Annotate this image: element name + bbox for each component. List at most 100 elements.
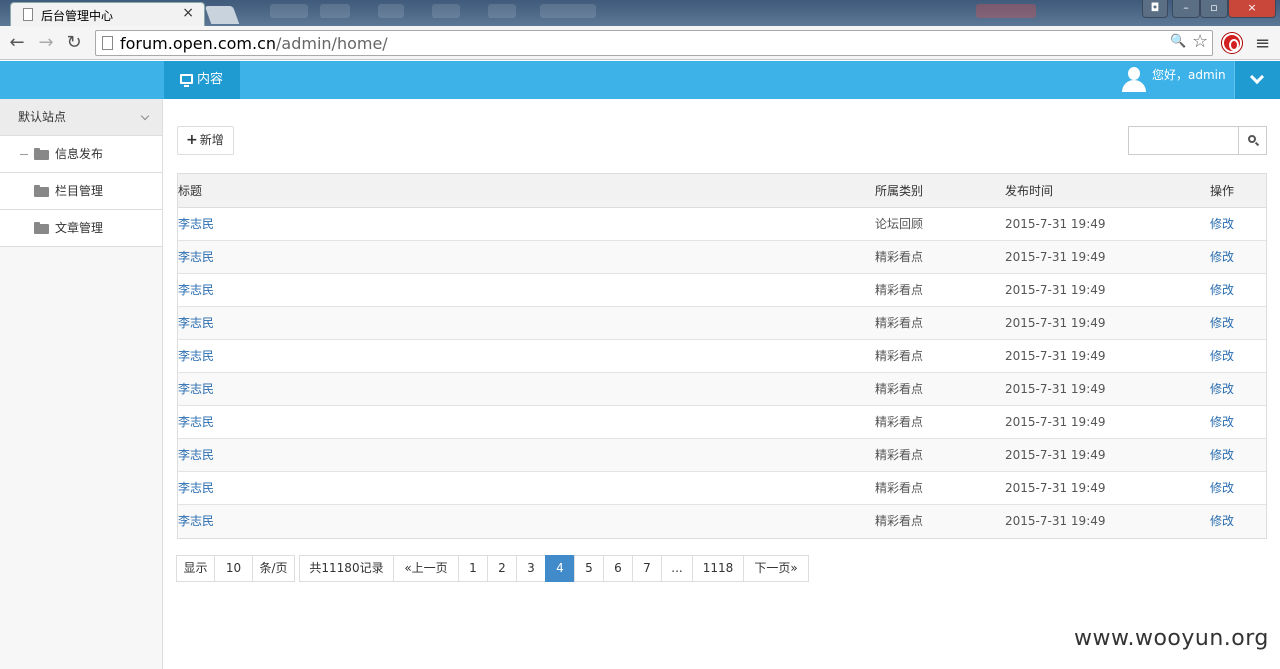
edit-link[interactable]: 修改	[1210, 307, 1234, 340]
page-size-label: 显示	[176, 555, 215, 582]
browser-tab[interactable]: 后台管理中心 ×	[10, 2, 205, 26]
forward-arrow-icon[interactable]: →	[35, 32, 57, 54]
table-row: 李志民 精彩看点 2015-7-31 19:49 修改	[178, 472, 1266, 505]
edit-link[interactable]: 修改	[1210, 472, 1234, 505]
article-title-link[interactable]: 李志民	[178, 439, 214, 472]
page-number-button[interactable]: 1	[458, 555, 488, 582]
page-number-button[interactable]: 3	[516, 555, 546, 582]
edit-link[interactable]: 修改	[1210, 241, 1234, 274]
folder-icon	[34, 148, 49, 160]
next-page-button[interactable]: 下一页»	[743, 555, 809, 582]
close-window-button[interactable]: ×	[1228, 0, 1276, 18]
tree-collapse-icon[interactable]	[20, 154, 28, 155]
article-category: 精彩看点	[875, 382, 924, 396]
user-switch-icon[interactable]: ◘	[1142, 0, 1168, 18]
article-category: 精彩看点	[875, 316, 924, 330]
page-number-button[interactable]: 6	[603, 555, 633, 582]
article-time: 2015-7-31 19:49	[1005, 316, 1106, 330]
zoom-icon[interactable]: 🔍	[1170, 34, 1186, 49]
page-size-input[interactable]: 10	[214, 555, 253, 582]
page-number-button[interactable]: 1118	[692, 555, 744, 582]
watermark: www.wooyun.org	[1074, 626, 1269, 651]
page-number-button[interactable]: 7	[632, 555, 662, 582]
article-time: 2015-7-31 19:49	[1005, 382, 1106, 396]
sidebar-item-article-manage[interactable]: 文章管理	[0, 210, 162, 247]
article-time: 2015-7-31 19:49	[1005, 481, 1106, 495]
article-title-link[interactable]: 李志民	[178, 307, 214, 340]
per-page-label: 条/页	[252, 555, 295, 582]
edit-link[interactable]: 修改	[1210, 439, 1234, 472]
blurred-bookmark	[320, 4, 350, 18]
search-input[interactable]	[1128, 126, 1238, 155]
table-row: 李志民 精彩看点 2015-7-31 19:49 修改	[178, 274, 1266, 307]
sidebar: 默认站点 信息发布 栏目管理 文章管理	[0, 99, 163, 669]
page-number-button[interactable]: 5	[574, 555, 604, 582]
article-category: 精彩看点	[875, 283, 924, 297]
chevron-down-icon	[140, 111, 150, 121]
address-bar[interactable]: forum.open.com.cn/admin/home/ 🔍 ☆	[95, 30, 1213, 56]
blurred-bookmark	[540, 4, 596, 18]
article-title-link[interactable]: 李志民	[178, 373, 214, 406]
minimize-button[interactable]: –	[1172, 0, 1200, 18]
user-menu-button[interactable]	[1234, 61, 1280, 99]
browser-tabstrip: 后台管理中心 × ◘ – ▫ ×	[0, 0, 1280, 26]
table-row: 李志民 精彩看点 2015-7-31 19:49 修改	[178, 373, 1266, 406]
page-icon	[102, 36, 113, 50]
article-time: 2015-7-31 19:49	[1005, 448, 1106, 462]
article-title-link[interactable]: 李志民	[178, 274, 214, 307]
document-icon	[23, 8, 33, 21]
reload-icon[interactable]: ↻	[63, 32, 85, 54]
monitor-icon	[180, 74, 193, 87]
maximize-button[interactable]: ▫	[1200, 0, 1228, 18]
page-number-button[interactable]: 2	[487, 555, 517, 582]
prev-page-button[interactable]: «上一页	[393, 555, 459, 582]
pagination: 显示 10 条/页 共11180记录 «上一页 1 2 3 4 5 6 7... 1118 下…	[176, 555, 809, 582]
article-time: 2015-7-31 19:49	[1005, 514, 1106, 528]
bookmark-star-icon[interactable]: ☆	[1192, 31, 1208, 52]
tab-close-icon[interactable]: ×	[182, 5, 194, 21]
browser-menu-icon[interactable]: ≡	[1255, 33, 1270, 54]
column-header-title[interactable]: 标题	[178, 174, 202, 208]
table-row: 李志民 论坛回顾 2015-7-31 19:49 修改	[178, 208, 1266, 241]
article-title-link[interactable]: 李志民	[178, 472, 214, 505]
table-row: 李志民 精彩看点 2015-7-31 19:49 修改	[178, 340, 1266, 373]
minimize-icon: –	[1183, 1, 1189, 14]
column-header-category[interactable]: 所属类别	[875, 174, 923, 208]
article-title-link[interactable]: 李志民	[178, 505, 214, 538]
back-arrow-icon[interactable]: ←	[6, 32, 28, 54]
sidebar-item-column-manage[interactable]: 栏目管理	[0, 173, 162, 210]
article-category: 精彩看点	[875, 349, 924, 363]
chevron-down-icon	[1249, 69, 1265, 85]
article-title-link[interactable]: 李志民	[178, 208, 214, 241]
article-title-link[interactable]: 李志民	[178, 241, 214, 274]
add-button-label: 新增	[199, 133, 224, 147]
edit-link[interactable]: 修改	[1210, 340, 1234, 373]
site-selector[interactable]: 默认站点	[0, 99, 162, 136]
article-category: 精彩看点	[875, 514, 924, 528]
article-title-link[interactable]: 李志民	[178, 340, 214, 373]
edit-link[interactable]: 修改	[1210, 274, 1234, 307]
sidebar-item-label: 栏目管理	[55, 184, 104, 198]
nav-item-content[interactable]: 内容	[164, 61, 240, 99]
table-header: 标题 所属类别 发布时间 操作	[178, 174, 1266, 208]
total-records: 共11180记录	[299, 555, 394, 582]
article-title-link[interactable]: 李志民	[178, 406, 214, 439]
browser-toolbar: ← → ↻ forum.open.com.cn/admin/home/ 🔍 ☆	[0, 26, 1280, 60]
maximize-icon: ▫	[1210, 1, 1218, 14]
column-header-time[interactable]: 发布时间	[1005, 174, 1053, 208]
edit-link[interactable]: 修改	[1210, 406, 1234, 439]
extension-icon[interactable]	[1222, 33, 1242, 53]
sidebar-item-info-publish[interactable]: 信息发布	[0, 136, 162, 173]
edit-link[interactable]: 修改	[1210, 208, 1234, 241]
search-button[interactable]	[1238, 126, 1267, 155]
table-row: 李志民 精彩看点 2015-7-31 19:49 修改	[178, 439, 1266, 472]
site-name: 默认站点	[18, 110, 67, 124]
sidebar-item-label: 文章管理	[55, 221, 104, 235]
new-tab-button[interactable]	[204, 6, 240, 24]
add-button[interactable]: + 新增	[177, 126, 234, 155]
page-number-button[interactable]: 4	[545, 555, 575, 582]
edit-link[interactable]: 修改	[1210, 373, 1234, 406]
edit-link[interactable]: 修改	[1210, 505, 1234, 538]
article-category: 精彩看点	[875, 415, 924, 429]
folder-icon	[34, 185, 49, 197]
